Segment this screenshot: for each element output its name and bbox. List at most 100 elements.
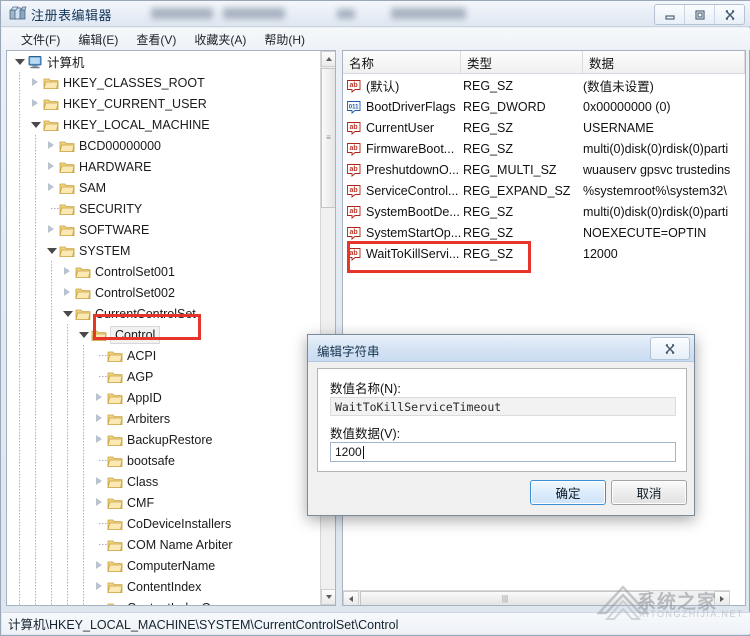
menu-item-3[interactable]: 收藏夹(A) xyxy=(185,29,255,50)
chevron-right-icon[interactable] xyxy=(93,429,107,450)
column-header-0[interactable]: 名称 xyxy=(343,51,461,73)
menu-item-1[interactable]: 编辑(E) xyxy=(69,29,127,50)
tree-node--[interactable]: 计算机 xyxy=(7,51,321,72)
tree-node-contentindexcommon[interactable]: ContentIndexCommon xyxy=(7,597,321,605)
minimize-button[interactable] xyxy=(655,5,685,24)
tree-node-hkey-current-user[interactable]: HKEY_CURRENT_USER xyxy=(7,93,321,114)
chevron-right-icon[interactable] xyxy=(93,387,107,408)
chevron-down-icon[interactable] xyxy=(29,114,43,135)
value-name-cell: ab (默认) xyxy=(343,76,463,95)
value-row[interactable]: ab ServiceControl... REG_EXPAND_SZ %systemr… xyxy=(343,180,745,201)
chevron-right-icon[interactable] xyxy=(45,135,59,156)
menu-item-2[interactable]: 查看(V) xyxy=(127,29,185,50)
value-name-text: WaitToKillServiceTimeout xyxy=(335,399,502,414)
dialog-ok-button[interactable]: 确定 xyxy=(530,480,606,505)
tree-node-label: HKEY_CLASSES_ROOT xyxy=(63,75,205,90)
tree-node-cmf[interactable]: CMF xyxy=(7,492,321,513)
chevron-right-icon[interactable] xyxy=(29,72,43,93)
chevron-right-icon[interactable] xyxy=(45,156,59,177)
chevron-down-icon[interactable] xyxy=(45,240,59,261)
tree-guide-line xyxy=(35,597,36,605)
value-row[interactable]: ab SystemStartOp... REG_SZ NOEXECUTE=OPTIN xyxy=(343,222,745,243)
chevron-right-icon[interactable] xyxy=(29,93,43,114)
tree-guide-line xyxy=(19,555,20,576)
menu-item-4[interactable]: 帮助(H) xyxy=(255,29,314,50)
tree-node-hkey-classes-root[interactable]: HKEY_CLASSES_ROOT xyxy=(7,72,321,93)
tree-vertical-scrollbar[interactable]: ≡ xyxy=(320,51,335,605)
tree-node-controlset002[interactable]: ControlSet002 xyxy=(7,282,321,303)
tree-node-acpi[interactable]: ACPI xyxy=(7,345,321,366)
edit-string-dialog[interactable]: 编辑字符串 数值名称(N): WaitToKillServiceTimeout … xyxy=(307,334,695,516)
tree-node-arbiters[interactable]: Arbiters xyxy=(7,408,321,429)
values-scroll-right-button[interactable] xyxy=(714,591,730,605)
chevron-right-icon[interactable] xyxy=(61,261,75,282)
tree-node-computername[interactable]: ComputerName xyxy=(7,555,321,576)
tree-scroll-thumb[interactable]: ≡ xyxy=(321,68,335,208)
tree-guide-line xyxy=(67,450,68,471)
chevron-right-icon[interactable] xyxy=(93,408,107,429)
values-hscroll-thumb[interactable]: ||| xyxy=(360,591,650,605)
tree-node-control[interactable]: Control xyxy=(7,324,321,345)
value-row[interactable]: ab FirmwareBoot... REG_SZ multi(0)disk(0)rd… xyxy=(343,138,745,159)
registry-tree[interactable]: 计算机 HKEY_CLASSES_ROOT HKEY_CURRENT_USER HKE… xyxy=(7,51,321,605)
value-row[interactable]: 011 BootDriverFlags REG_DWORD 0x00000000 (0… xyxy=(343,96,745,117)
chevron-right-icon[interactable] xyxy=(45,177,59,198)
tree-node-hardware[interactable]: HARDWARE xyxy=(7,156,321,177)
dialog-cancel-button[interactable]: 取消 xyxy=(611,480,687,505)
values-scroll-left-button[interactable] xyxy=(343,591,359,605)
chevron-down-icon[interactable] xyxy=(61,303,75,324)
value-data-input[interactable]: 1200 xyxy=(330,442,676,462)
registry-tree-pane[interactable]: 计算机 HKEY_CLASSES_ROOT HKEY_CURRENT_USER HKE… xyxy=(6,50,336,606)
chevron-right-icon[interactable] xyxy=(45,219,59,240)
tree-node-backuprestore[interactable]: BackupRestore xyxy=(7,429,321,450)
tree-node-class[interactable]: Class xyxy=(7,471,321,492)
tree-node-hkey-local-machine[interactable]: HKEY_LOCAL_MACHINE xyxy=(7,114,321,135)
tree-node-com-name-arbiter[interactable]: COM Name Arbiter xyxy=(7,534,321,555)
value-name-input[interactable]: WaitToKillServiceTimeout xyxy=(330,397,676,416)
string-value-icon: ab xyxy=(346,184,362,198)
menu-item-0[interactable]: 文件(F) xyxy=(12,29,69,50)
tree-guide-line xyxy=(19,282,20,303)
tree-node-agp[interactable]: AGP xyxy=(7,366,321,387)
value-name-text: ServiceControl... xyxy=(366,183,459,198)
tree-node-contentindex[interactable]: ContentIndex xyxy=(7,576,321,597)
tree-node-controlset001[interactable]: ControlSet001 xyxy=(7,261,321,282)
tree-guide-line xyxy=(51,513,52,534)
tree-node-codeviceinstallers[interactable]: CoDeviceInstallers xyxy=(7,513,321,534)
value-row[interactable]: ab PreshutdownO... REG_MULTI_SZ wuauserv gp… xyxy=(343,159,745,180)
tree-scroll-down-button[interactable] xyxy=(321,589,335,605)
chevron-right-icon[interactable] xyxy=(93,576,107,597)
tree-node-label: ContentIndex xyxy=(127,579,202,594)
tree-node-bcd00000000[interactable]: BCD00000000 xyxy=(7,135,321,156)
value-row[interactable]: ab SystemBootDe... REG_SZ multi(0)disk(0)rd… xyxy=(343,201,745,222)
tree-scroll-up-button[interactable] xyxy=(321,51,335,67)
value-name-text: FirmwareBoot... xyxy=(366,141,455,156)
maximize-button[interactable] xyxy=(685,5,715,24)
tree-node-currentcontrolset[interactable]: CurrentControlSet xyxy=(7,303,321,324)
value-row[interactable]: ab (默认) REG_SZ (数值未设置) xyxy=(343,75,745,96)
tree-node-system[interactable]: SYSTEM xyxy=(7,240,321,261)
close-button[interactable] xyxy=(715,5,744,24)
tree-node-security[interactable]: SECURITY xyxy=(7,198,321,219)
dialog-close-button[interactable] xyxy=(650,337,690,360)
chevron-down-icon[interactable] xyxy=(77,324,91,345)
chevron-down-icon[interactable] xyxy=(13,51,27,72)
values-horizontal-scrollbar[interactable]: ||| xyxy=(343,590,730,605)
chevron-right-icon[interactable] xyxy=(61,282,75,303)
tree-guide-line xyxy=(19,93,20,114)
value-row[interactable]: ab CurrentUser REG_SZ USERNAME xyxy=(343,117,745,138)
value-name-text: BootDriverFlags xyxy=(366,99,456,114)
scroll-grip-icon: ≡ xyxy=(326,133,331,142)
tree-node-bootsafe[interactable]: bootsafe xyxy=(7,450,321,471)
registry-values-pane[interactable]: 名称 类型 数据 ab (默认) REG_SZ (数值未设置) 011 BootDriverF… xyxy=(342,50,746,606)
tree-node-sam[interactable]: SAM xyxy=(7,177,321,198)
column-header-2[interactable]: 数据 xyxy=(583,51,745,73)
value-row[interactable]: ab WaitToKillServi... REG_SZ 12000 xyxy=(343,243,745,264)
chevron-right-icon[interactable] xyxy=(93,555,107,576)
chevron-right-icon[interactable] xyxy=(93,492,107,513)
tree-node-software[interactable]: SOFTWARE xyxy=(7,219,321,240)
column-header-1[interactable]: 类型 xyxy=(461,51,583,73)
tree-node-label: BCD00000000 xyxy=(79,138,162,153)
tree-node-appid[interactable]: AppID xyxy=(7,387,321,408)
chevron-right-icon[interactable] xyxy=(93,471,107,492)
